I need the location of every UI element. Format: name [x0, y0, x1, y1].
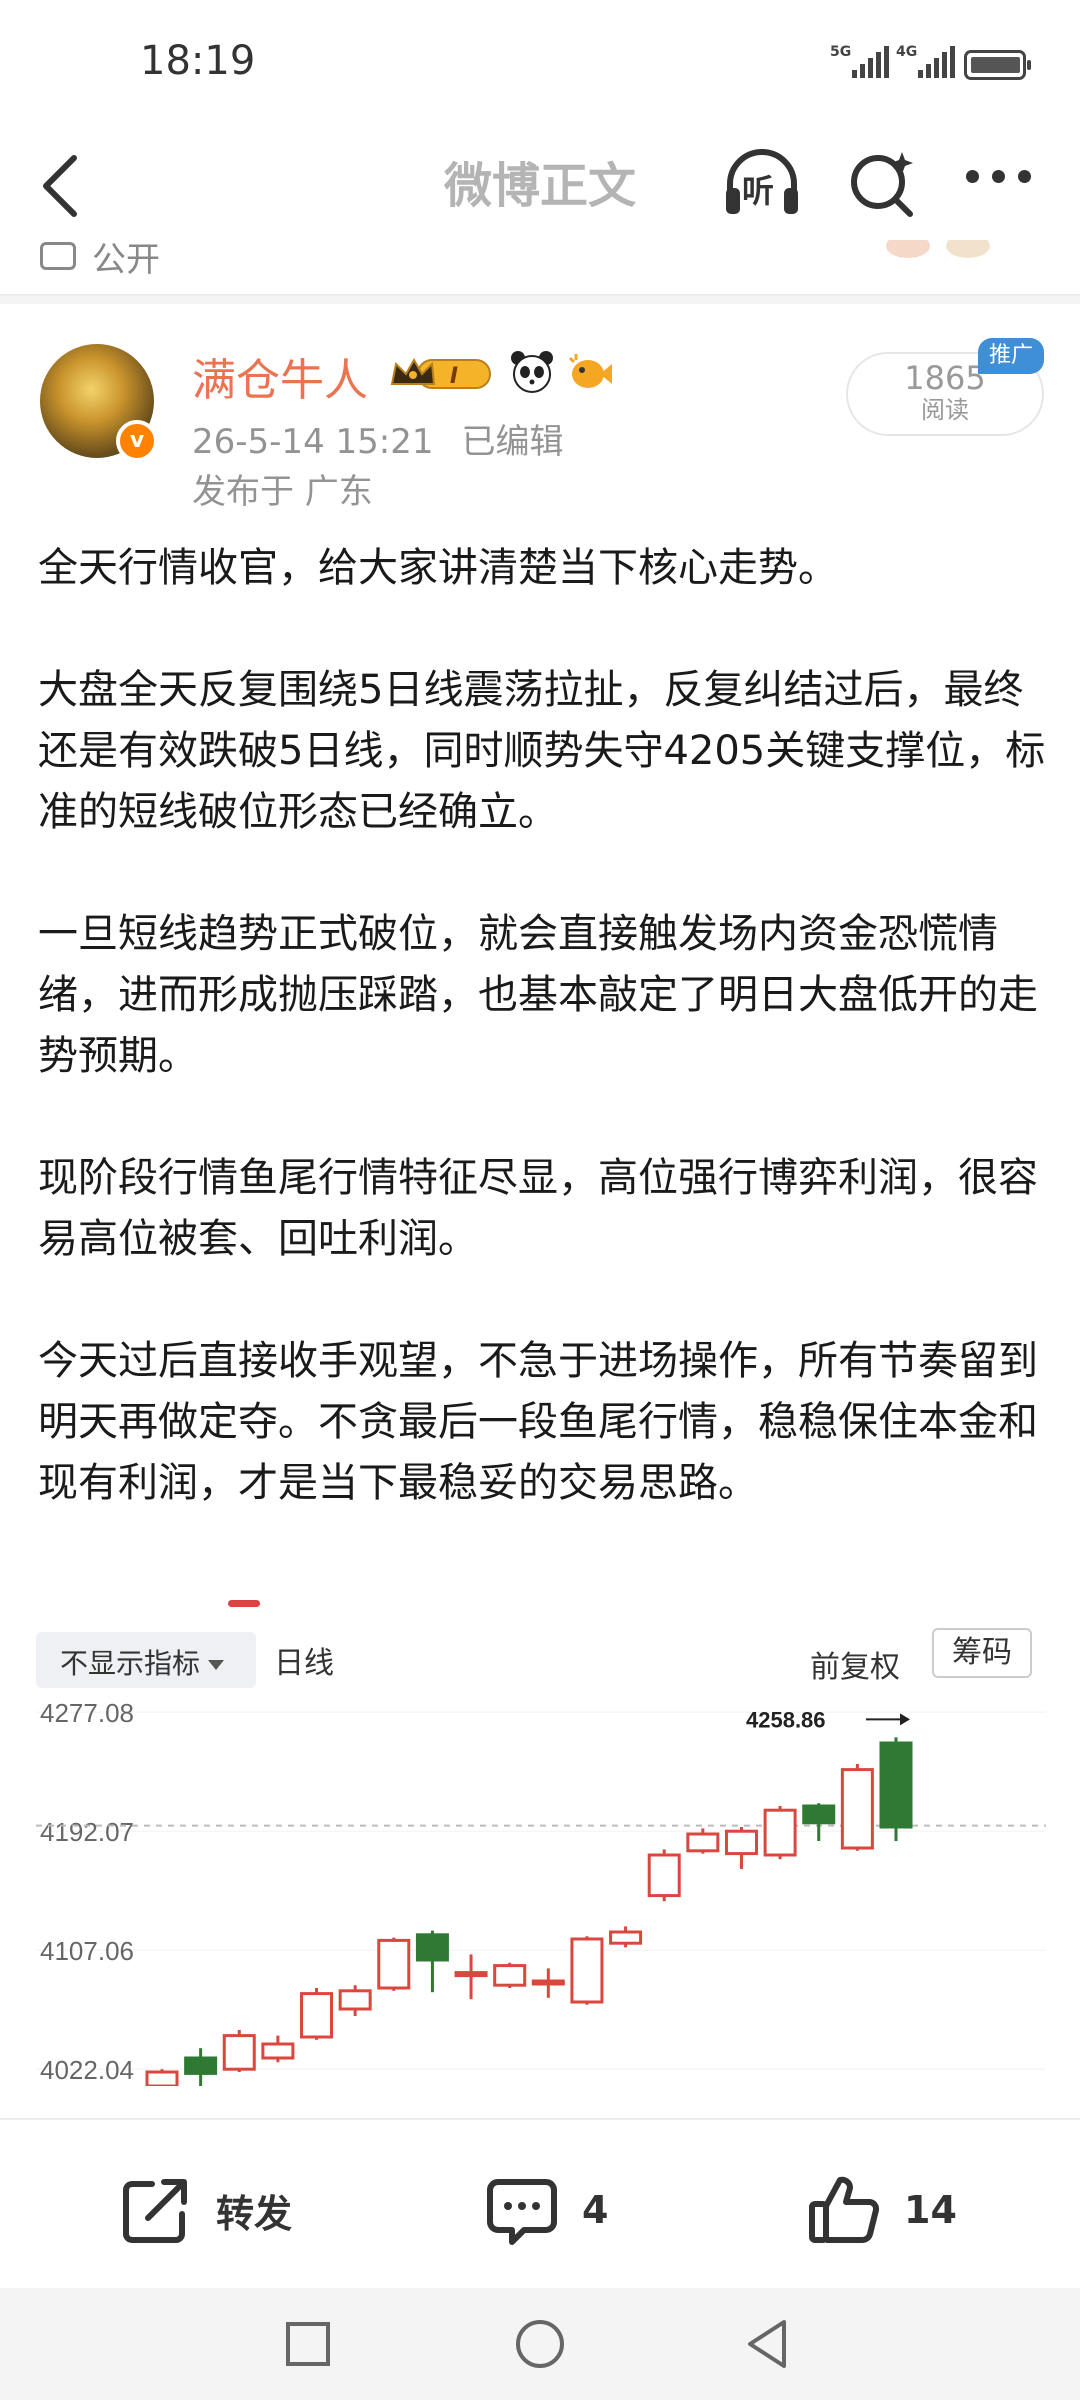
y-tick-label: 4022.04 [40, 2055, 134, 2085]
post-paragraph: 现阶段行情鱼尾行情特征尽显，高位强行博弈利润，很容易高位被套、回吐利润。 [38, 1155, 1038, 1262]
post-paragraph: 今天过后直接收手观望，不急于进场操作，所有节奏留到明天再做定夺。不贪最后一段鱼尾… [38, 1338, 1038, 1506]
search-icon [851, 152, 913, 217]
read-count-label: 阅读 [921, 396, 969, 424]
chart-toolbar: 不显示指标 日线 前复权 筹码 [36, 1576, 1046, 1688]
share-icon [123, 2179, 187, 2243]
recent-apps-icon[interactable] [280, 2316, 336, 2372]
candle-body [377, 1938, 411, 1990]
post-image-chart[interactable]: 不显示指标 日线 前复权 筹码 4277.08 4192.07 4107.06 402… [36, 1576, 1046, 2086]
candle-body [686, 1832, 720, 1853]
visibility-label: 公开 [92, 240, 160, 280]
chart-tab-indicator [228, 1600, 260, 1607]
candle-body [840, 1768, 874, 1850]
search-button[interactable] [844, 140, 924, 224]
system-navigation-bar [0, 2288, 1080, 2400]
candle-body [531, 1979, 565, 1986]
action-bar: 转发 4 14 [0, 2118, 1080, 2288]
y-tick-label: 4192.07 [40, 1817, 134, 1847]
back-triangle-icon[interactable] [740, 2316, 796, 2372]
candlestick-chart: 4277.08 4192.07 4107.06 4022.04 4258.86 [36, 1698, 1046, 2086]
candle-body [724, 1829, 758, 1856]
edited-label[interactable]: 已编辑 [462, 422, 564, 462]
candle-body [300, 1992, 334, 2039]
visibility-icon [40, 242, 76, 270]
candle-body [879, 1741, 913, 1829]
period-label: 日线 [274, 1646, 334, 1681]
candle-body [415, 1933, 449, 1962]
panda-icon [511, 351, 553, 393]
promo-tag[interactable]: 推广 [978, 338, 1044, 374]
more-options-button[interactable] [960, 170, 1040, 190]
indicator-label: 不显示指标 [60, 1647, 201, 1680]
status-time: 18:19 [140, 38, 256, 84]
post-location: 发布于 广东 [192, 472, 373, 512]
comment-count: 4 [582, 2188, 609, 2232]
signal-5g-icon: 5G [830, 44, 890, 78]
candle-body [338, 1989, 372, 2011]
candle-body [222, 2034, 256, 2071]
repost-label: 转发 [216, 2191, 293, 2236]
repost-button[interactable]: 转发 [118, 2172, 292, 2248]
adjust-label: 前复权 [810, 1650, 900, 1685]
candle-body [647, 1853, 681, 1898]
post-content: 全天行情收官，给大家讲清楚当下核心走势。 大盘全天反复围绕5日线震荡拉扯，反复纠… [38, 538, 1048, 1514]
listen-label: 听 [742, 172, 775, 210]
y-tick-label: 4277.08 [40, 1698, 134, 1728]
decoration-icon [886, 240, 990, 258]
member-crown-badge-icon: I [390, 357, 491, 389]
indicator-dropdown: 不显示指标 [36, 1632, 256, 1688]
fish-icon [568, 354, 612, 388]
member-level-label: I [450, 364, 458, 389]
status-bar: 18:19 5G 4G [0, 0, 1080, 130]
comment-icon [487, 2179, 557, 2245]
post-paragraph: 全天行情收官，给大家讲清楚当下核心走势。 [38, 545, 838, 591]
post-meta: 26-5-14 15:21 已编辑 [192, 414, 592, 463]
y-tick-label: 4107.06 [40, 1936, 134, 1966]
author-name[interactable]: 满仓牛人 [192, 344, 368, 408]
like-count: 14 [904, 2188, 957, 2232]
like-button[interactable]: 14 [806, 2172, 957, 2248]
post-paragraph: 一旦短线趋势正式破位，就会直接触发场内资金恐慌情绪，进而形成抛压踩踏，也基本敲定… [38, 911, 1038, 1079]
candle-body [802, 1804, 836, 1825]
post-paragraph: 大盘全天反复围绕5日线震荡拉扯，反复纠结过后，最终还是有效跌破5日线，同时顺势失… [38, 667, 1046, 835]
signal-4g-icon: 4G [896, 44, 956, 78]
previous-post-footer: 公开 [0, 240, 1080, 296]
caret-down-icon [208, 1660, 225, 1670]
candle-body [261, 2042, 295, 2060]
listen-button[interactable]: 听 [720, 140, 804, 224]
more-dot-icon [1018, 170, 1031, 183]
candle-body [609, 1930, 643, 1945]
candle-body [763, 1808, 797, 1857]
high-marker-arrowhead [900, 1713, 910, 1726]
top-nav-bar: 微博正文 听 [0, 130, 1080, 240]
more-dot-icon [992, 170, 1005, 183]
thumbs-up-icon [809, 2176, 880, 2243]
candle-body [570, 1937, 604, 2004]
battery-icon [964, 50, 1031, 80]
candle-body [454, 1971, 488, 1978]
candle-body [184, 2056, 218, 2075]
home-icon[interactable] [512, 2316, 568, 2372]
candle-body [145, 2070, 179, 2086]
post-timestamp: 26-5-14 15:21 [192, 422, 434, 462]
verified-badge-icon: v [116, 420, 158, 462]
chips-button: 筹码 [932, 1628, 1032, 1678]
candle-body [493, 1964, 527, 1987]
high-value-label: 4258.86 [746, 1707, 826, 1732]
section-divider [0, 296, 1080, 304]
comment-button[interactable]: 4 [484, 2172, 608, 2248]
more-dot-icon [966, 170, 979, 183]
